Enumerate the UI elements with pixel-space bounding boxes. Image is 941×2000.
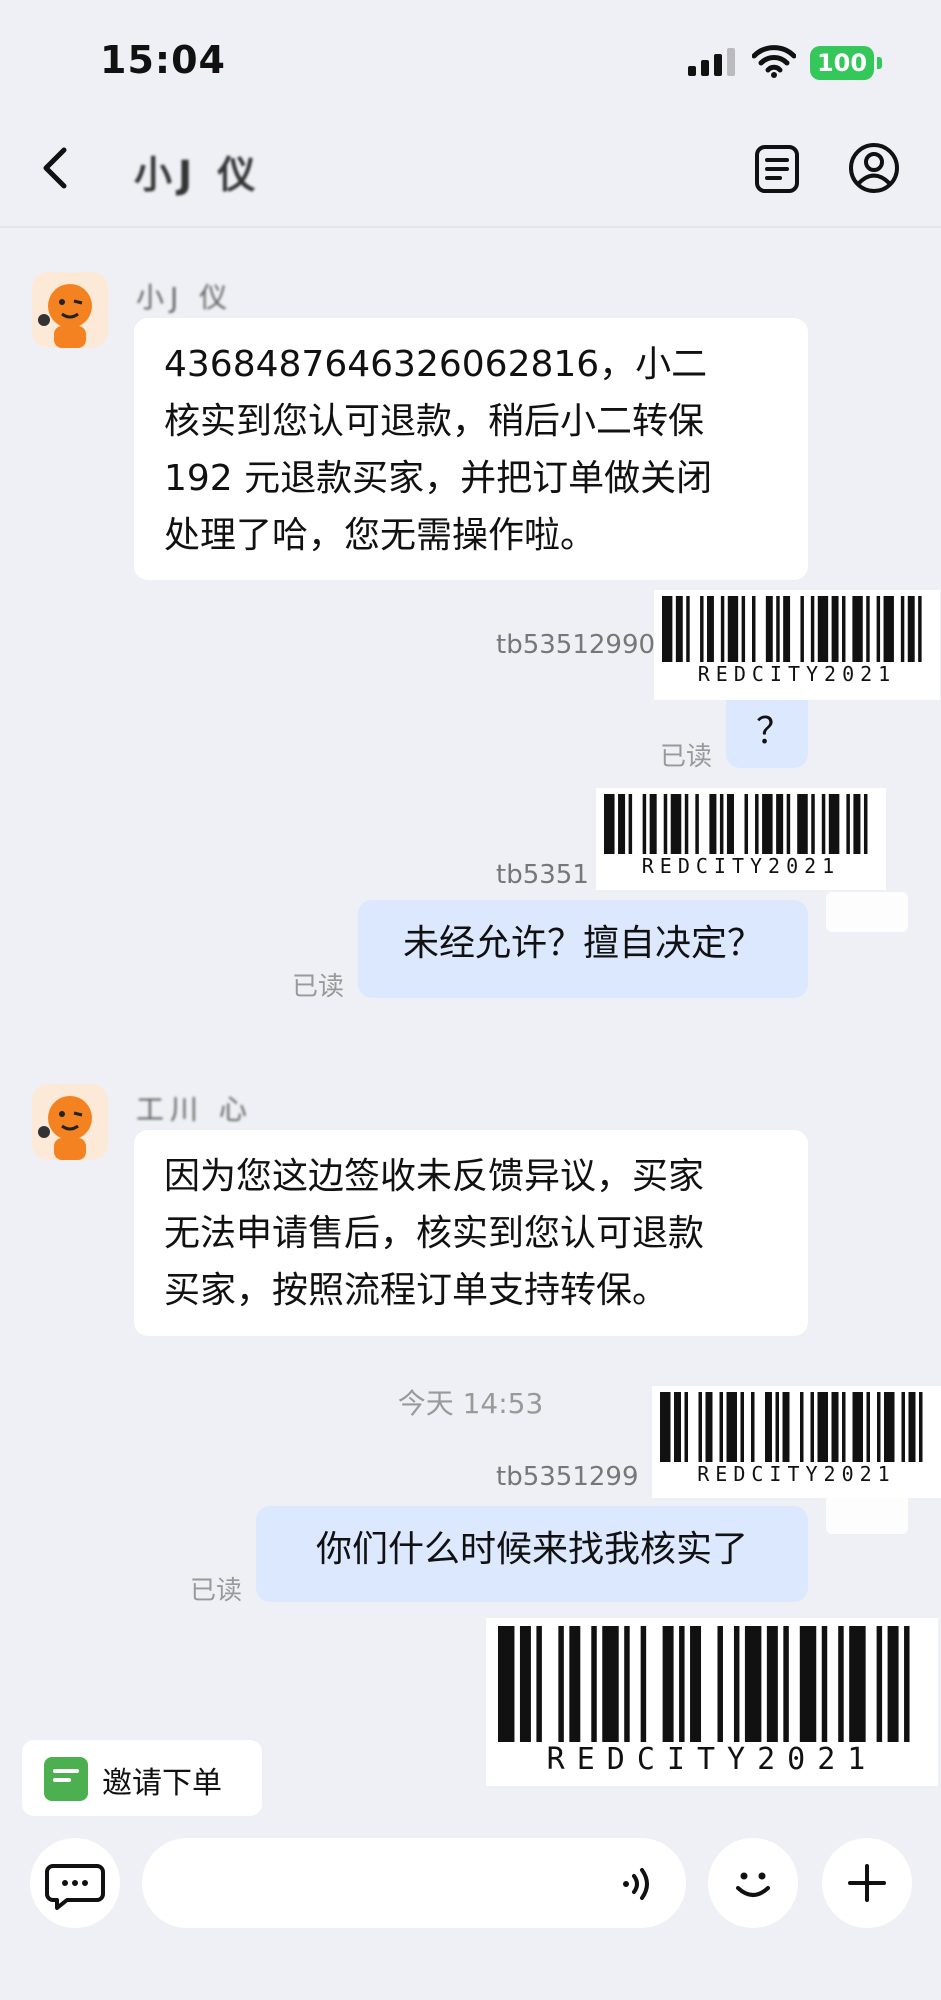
user-name: tb5351: [496, 860, 589, 890]
barcode-bars: [498, 1626, 910, 1742]
watermark-barcode: REDCITY2021: [486, 1618, 938, 1786]
message-bubble-user[interactable]: 未经允许？擅自决定？: [358, 900, 808, 998]
read-receipt: 已读: [660, 742, 713, 772]
message-bubble-user[interactable]: ？: [726, 688, 808, 768]
message-bubble-agent[interactable]: 4368487646326062816，小二 核实到您认可退款，稍后小二转保 1…: [134, 318, 808, 580]
watermark-text: REDCITY2021: [546, 1742, 878, 1777]
voice-icon[interactable]: [618, 1864, 658, 1904]
watermark-text: REDCITY2021: [697, 1462, 896, 1486]
invite-order-label: 邀请下单: [102, 1766, 222, 1801]
message-bubble-agent[interactable]: 因为您这边签收未反馈异议，买家 无法申请售后，核实到您认可退款 买家，按照流程订…: [134, 1130, 808, 1336]
emoji-icon: [736, 1872, 770, 1897]
emoji-button[interactable]: [708, 1838, 798, 1928]
quick-reply-button[interactable]: [30, 1838, 120, 1928]
conversation-title: 小J 仪: [134, 153, 262, 197]
message-line: 核实到您认可退款，稍后小二转保: [164, 401, 705, 442]
mascot-icon: [38, 1096, 92, 1160]
profile-icon[interactable]: [848, 142, 900, 194]
order-list-icon[interactable]: [754, 144, 800, 194]
back-arrow-icon[interactable]: [40, 146, 70, 190]
user-avatar[interactable]: [826, 892, 908, 932]
watermark-barcode: REDCITY2021: [654, 590, 940, 700]
plus-icon: [848, 1864, 886, 1902]
status-time: 15:04: [100, 38, 226, 82]
message-line: 买家，按照流程订单支持转保。: [164, 1270, 669, 1311]
agent-avatar[interactable]: [32, 1084, 108, 1160]
message-text: 你们什么时候来找我核实了: [315, 1529, 748, 1570]
invite-order-button[interactable]: 邀请下单: [22, 1740, 262, 1816]
message-input[interactable]: [142, 1838, 686, 1928]
user-name: tb5351299: [496, 1462, 639, 1492]
watermark-text: REDCITY2021: [697, 662, 897, 686]
user-name: tb53512990: [496, 630, 656, 660]
battery-indicator: 100: [810, 46, 882, 80]
barcode-bars: [660, 1392, 923, 1462]
agent-name: 工川 心: [136, 1093, 253, 1126]
user-avatar[interactable]: [826, 1494, 908, 1534]
agent-name: 小J 仪: [136, 281, 234, 314]
message-line: 处理了哈，您无需操作啦。: [164, 515, 597, 556]
signal-icon: [688, 48, 735, 76]
message-line: 无法申请售后，核实到您认可退款: [164, 1213, 705, 1254]
read-receipt: 已读: [292, 972, 345, 1002]
more-actions-button[interactable]: [822, 1838, 912, 1928]
wifi-icon: [752, 45, 796, 78]
barcode-bars: [604, 794, 868, 854]
message-line: 4368487646326062816，小二: [164, 344, 708, 385]
invite-order-icon: [44, 1757, 88, 1801]
message-bubble-user[interactable]: 你们什么时候来找我核实了: [256, 1506, 808, 1602]
watermark-barcode: REDCITY2021: [596, 788, 886, 890]
message-line: 因为您这边签收未反馈异议，买家: [164, 1156, 705, 1197]
message-text: ？: [756, 711, 793, 752]
agent-avatar[interactable]: [32, 272, 108, 348]
message-line: 192 元退款买家，并把订单做关闭: [164, 458, 713, 499]
message-text: 未经允许？擅自决定？: [402, 923, 763, 964]
barcode-bars: [662, 596, 922, 662]
chat-bubble-icon: [45, 1864, 105, 1910]
read-receipt: 已读: [190, 1576, 243, 1606]
watermark-text: REDCITY2021: [641, 854, 841, 878]
mascot-icon: [38, 284, 92, 348]
watermark-barcode: REDCITY2021: [652, 1386, 941, 1498]
nav-divider: [0, 226, 941, 228]
